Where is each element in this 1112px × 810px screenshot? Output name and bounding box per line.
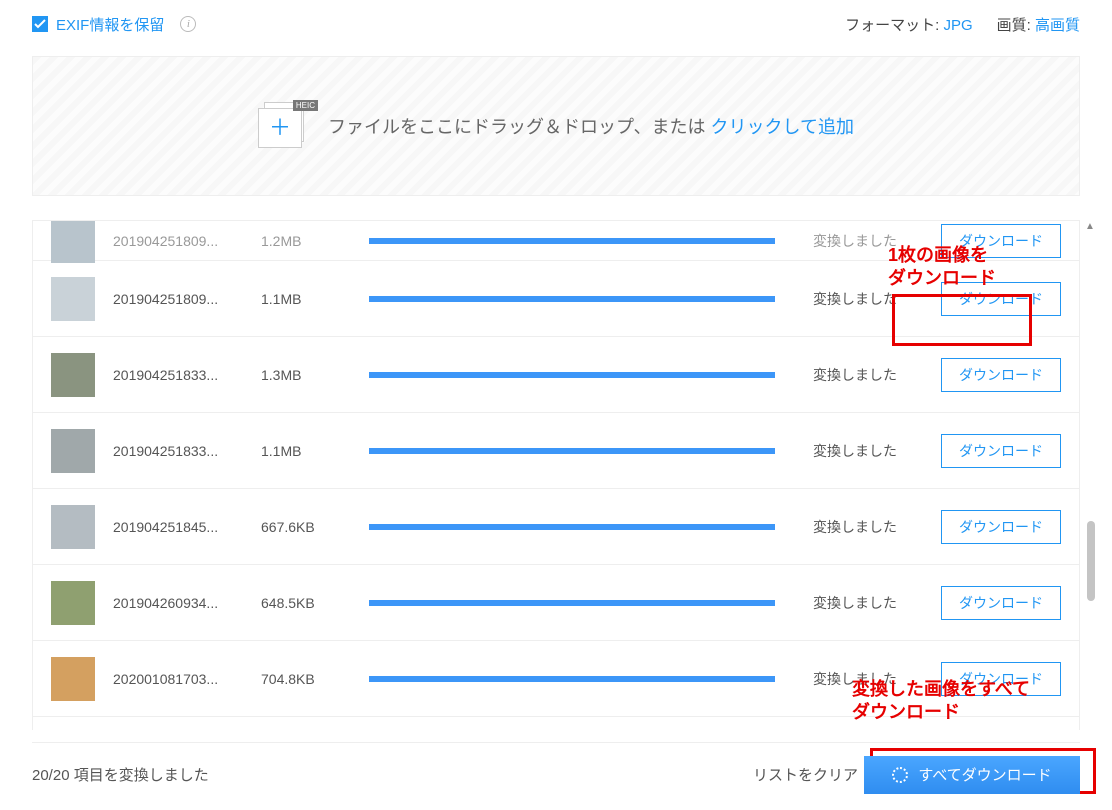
- file-row: 201904251845... 667.6KB 変換しました ダウンロード: [33, 489, 1079, 565]
- file-size: 667.6KB: [261, 519, 351, 535]
- progress-bar: [369, 676, 775, 682]
- dropzone-text: ファイルをここにドラッグ＆ドロップ、または: [328, 117, 710, 137]
- file-size: 648.5KB: [261, 595, 351, 611]
- progress-bar: [369, 296, 775, 302]
- add-file-icon: ＋ HEIC: [258, 102, 312, 150]
- quality-value: 高画質: [1035, 17, 1080, 34]
- download-all-label: すべてダウンロード: [918, 764, 1051, 785]
- download-all-button[interactable]: すべてダウンロード: [864, 756, 1080, 794]
- annotation-all-download: 変換した画像をすべて ダウンロード: [852, 678, 1030, 725]
- quality-setting[interactable]: 画質: 高画質: [997, 14, 1080, 35]
- file-thumbnail: [51, 505, 95, 549]
- download-button[interactable]: ダウンロード: [941, 358, 1061, 392]
- file-row: 201904251833... 1.1MB 変換しました ダウンロード: [33, 413, 1079, 489]
- conversion-summary: 20/20 項目を変換しました: [32, 764, 209, 785]
- file-size: 704.8KB: [261, 671, 351, 687]
- progress-bar: [369, 448, 775, 454]
- conversion-status: 変換しました: [813, 593, 923, 613]
- file-thumbnail: [51, 657, 95, 701]
- exif-label: EXIF情報を保留: [56, 14, 164, 35]
- file-row: 201904260934... 648.5KB 変換しました ダウンロード: [33, 565, 1079, 641]
- annotation-single-download: 1枚の画像を ダウンロード: [888, 244, 996, 291]
- conversion-status: 変換しました: [813, 441, 923, 461]
- file-size: 1.3MB: [261, 367, 351, 383]
- info-icon[interactable]: i: [180, 16, 196, 32]
- file-size: 1.1MB: [261, 291, 351, 307]
- file-thumbnail: [51, 277, 95, 321]
- file-thumbnail: [51, 353, 95, 397]
- file-size: 1.2MB: [261, 233, 351, 249]
- download-button[interactable]: ダウンロード: [941, 586, 1061, 620]
- file-thumbnail: [51, 581, 95, 625]
- file-thumbnail: [51, 221, 95, 263]
- scrollbar[interactable]: ▲: [1081, 221, 1097, 730]
- quality-label: 画質:: [997, 17, 1031, 34]
- scroll-thumb[interactable]: [1087, 521, 1095, 601]
- format-setting[interactable]: フォーマット: JPG: [845, 14, 973, 35]
- download-button[interactable]: ダウンロード: [941, 510, 1061, 544]
- download-button[interactable]: ダウンロード: [941, 434, 1061, 468]
- dropzone[interactable]: ＋ HEIC ファイルをここにドラッグ＆ドロップ、または クリックして追加: [32, 56, 1080, 196]
- scroll-up-icon[interactable]: ▲: [1084, 221, 1096, 233]
- format-value: JPG: [943, 17, 972, 34]
- file-name: 201904251809...: [113, 233, 243, 249]
- progress-bar: [369, 524, 775, 530]
- spinner-icon: [892, 767, 908, 783]
- file-row: 201904251833... 1.3MB 変換しました ダウンロード: [33, 337, 1079, 413]
- dropzone-add-link[interactable]: クリックして追加: [711, 117, 854, 137]
- file-thumbnail: [51, 429, 95, 473]
- heic-badge: HEIC: [293, 100, 318, 111]
- format-label: フォーマット:: [845, 17, 939, 34]
- file-name: 201904251845...: [113, 519, 243, 535]
- file-name: 201904251833...: [113, 443, 243, 459]
- progress-bar: [369, 238, 775, 244]
- annotation-box-single: [892, 294, 1032, 346]
- file-size: 1.1MB: [261, 443, 351, 459]
- file-name: 201904251809...: [113, 291, 243, 307]
- exif-checkbox[interactable]: [32, 16, 48, 32]
- conversion-status: 変換しました: [813, 365, 923, 385]
- conversion-status: 変換しました: [813, 517, 923, 537]
- file-name: 202001081703...: [113, 671, 243, 687]
- progress-bar: [369, 372, 775, 378]
- file-name: 201904260934...: [113, 595, 243, 611]
- file-name: 201904251833...: [113, 367, 243, 383]
- progress-bar: [369, 600, 775, 606]
- clear-list-link[interactable]: リストをクリア: [753, 764, 858, 785]
